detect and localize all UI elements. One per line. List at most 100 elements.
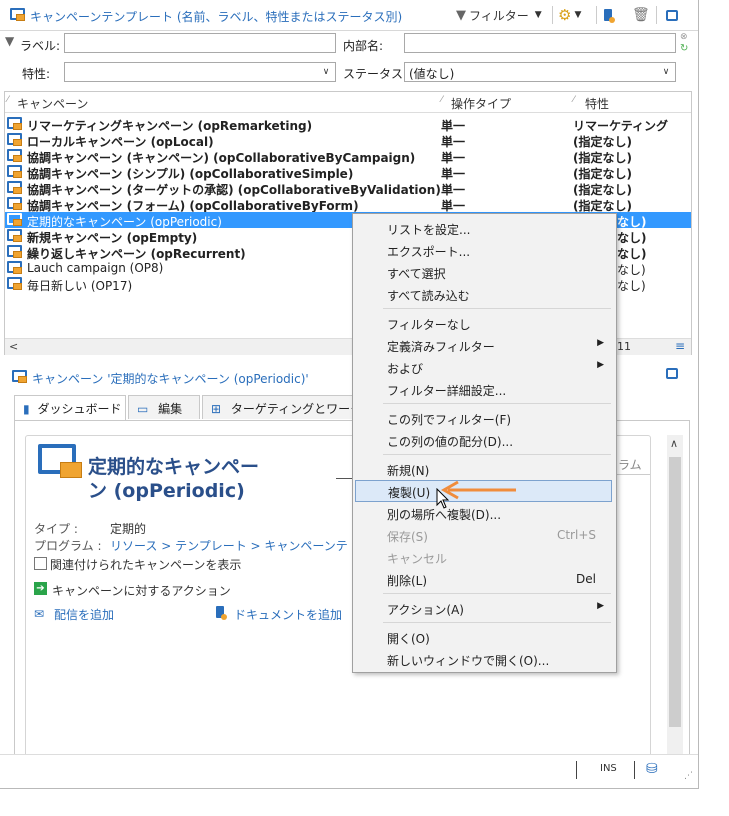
campaign-icon [7, 197, 22, 212]
internal-name-filter-input[interactable] [404, 33, 676, 53]
menu-item-value-distribution[interactable]: この列の値の配分(D)... [355, 430, 612, 451]
funnel-icon: ▼ [456, 7, 466, 23]
delete-button[interactable]: 🗑 [632, 5, 650, 25]
label-filter-input[interactable] [64, 33, 336, 53]
edit-icon: ▭ [137, 402, 149, 416]
nature-filter-select[interactable]: ∨ [64, 62, 336, 82]
campaign-icon [7, 277, 22, 292]
add-delivery-link[interactable]: 配信を追加 [54, 606, 114, 623]
menu-item-label: フィルター詳細設定... [387, 384, 507, 398]
menu-item-no-filter[interactable]: フィルターなし [355, 313, 612, 334]
filter-button[interactable]: ▼ フィルター ▼ [456, 5, 542, 25]
clear-filter-icon[interactable]: ⊗ [680, 32, 688, 42]
campaign-icon [7, 229, 22, 244]
show-related-label: 関連付けられたキャンペーンを表示 [50, 558, 242, 572]
menu-separator [383, 593, 611, 594]
tab-label: ターゲティングとワークフ [230, 402, 353, 416]
envelope-icon: ✉ [34, 607, 45, 621]
context-menu: リストを設定... エクスポート... すべて選択 すべて読み込む フィルターな… [352, 213, 617, 673]
expand-icon[interactable] [666, 368, 678, 382]
menu-item-label: 複製(U) [388, 486, 431, 500]
type-label: タイプ : [34, 522, 78, 536]
internal-name-filter-label: 内部名: [343, 39, 384, 53]
column-header-operation-type[interactable]: 操作タイプ [451, 95, 511, 112]
menu-item-label: すべて選択 [387, 267, 446, 281]
menu-item-label: アクション(A) [387, 603, 464, 617]
campaign-icon [7, 117, 22, 132]
menu-item-duplicate-elsewhere[interactable]: 別の場所へ複製(D)... [355, 503, 612, 524]
scroll-thumb[interactable] [669, 457, 681, 727]
menu-item-delete[interactable]: 削除(L) Del [355, 569, 612, 590]
menu-item-advanced-filter[interactable]: フィルター詳細設定... [355, 379, 612, 400]
menu-item-open-new-window[interactable]: 新しいウィンドウで開く(O)... [355, 649, 612, 670]
chevron-down-icon: ∨ [662, 67, 670, 77]
scroll-left-icon[interactable]: < [9, 340, 18, 353]
table-row[interactable]: 協調キャンペーン (シンプル) (opCollaborativeSimple) … [5, 164, 691, 181]
sort-marker-icon: ⁄ [441, 95, 443, 105]
menu-item-filter-on-column[interactable]: この列でフィルター(F) [355, 408, 612, 429]
funnel-icon: ▼ [5, 34, 15, 48]
menu-item-label: キャンセル [387, 552, 448, 566]
filter-bar: ▼ ラベル: 内部名: ⊗ ↻ 特性: ∨ ステータス: (値なし) ∨ [0, 31, 698, 89]
menu-item-predefined-filters[interactable]: 定義済みフィルター ▶ [355, 335, 612, 356]
show-related-checkbox[interactable] [34, 557, 47, 570]
menu-item-configure-list[interactable]: リストを設定... [355, 218, 612, 239]
menu-item-label: フィルターなし [387, 318, 471, 332]
table-row[interactable]: 協調キャンペーン (フォーム) (opCollaborativeByForm) … [5, 196, 691, 213]
status-filter-select[interactable]: (値なし) ∨ [404, 62, 676, 82]
campaign-icon [10, 8, 25, 23]
nature: なし) [617, 279, 646, 293]
tab-targeting-workflow[interactable]: ⊞ ターゲティングとワークフ [202, 395, 354, 419]
list-menu-icon[interactable]: ≡ [675, 339, 685, 353]
column-header-nature[interactable]: 特性 [585, 95, 609, 112]
menu-item-actions[interactable]: アクション(A) ▶ [355, 598, 612, 619]
program-path-link[interactable]: リソース > テンプレート > キャンペーンテ [110, 537, 348, 554]
insert-mode-indicator: INS [600, 763, 617, 774]
database-icon: ⛁ [646, 761, 658, 777]
tab-dashboard[interactable]: ▮ ダッシュボード [14, 395, 126, 421]
menu-item-label: 新規(N) [387, 464, 430, 478]
menu-item-new[interactable]: 新規(N) [355, 459, 612, 480]
new-document-button[interactable] [604, 5, 615, 25]
label-filter-label: ラベル: [20, 39, 61, 53]
table-row[interactable]: 協調キャンペーン (キャンペーン) (opCollaborativeByCamp… [5, 148, 691, 165]
menu-item-and[interactable]: および ▶ [355, 357, 612, 378]
table-row[interactable]: ローカルキャンペーン (opLocal) 単一 (指定なし) [5, 132, 691, 149]
maximize-button[interactable] [666, 5, 678, 25]
menu-item-label: 保存(S) [387, 530, 428, 544]
vertical-scrollbar[interactable]: ∧ [667, 435, 683, 755]
sort-marker-icon: ⁄ [573, 95, 575, 105]
record-count: 11 [617, 340, 631, 353]
list-title: キャンペーンテンプレート (名前、ラベル、特性またはステータス別) [30, 10, 403, 24]
actions-gear-button[interactable]: ⚙ ▼ [558, 5, 581, 25]
column-header-campaign[interactable]: キャンペーン [17, 95, 88, 112]
table-row[interactable]: 協調キャンペーン (ターゲットの承認) (opCollaborativeByVa… [5, 180, 691, 197]
campaign-icon [7, 261, 22, 276]
menu-item-save[interactable]: 保存(S) Ctrl+S [355, 525, 612, 546]
status-filter-label: ステータス: [343, 67, 408, 81]
card-title-line1: 定期的なキャンペー [88, 456, 260, 478]
status-bar: INS ⛁ ⋰ [0, 754, 698, 785]
nature-filter-label: 特性: [22, 67, 51, 81]
menu-item-label: エクスポート... [387, 245, 471, 259]
menu-item-load-all[interactable]: すべて読み込む [355, 284, 612, 305]
table-row[interactable]: リマーケティングキャンペーン (opRemarketing) 単一 リマーケティ… [5, 116, 691, 133]
list-header: ⁄ キャンペーン ⁄ 操作タイプ ⁄ 特性 [5, 92, 691, 113]
menu-item-label: この列の値の配分(D)... [387, 435, 514, 449]
resize-grip-icon[interactable]: ⋰ [684, 771, 693, 781]
menu-item-open[interactable]: 開く(O) [355, 627, 612, 648]
menu-separator [383, 403, 611, 404]
menu-item-label: 定義済みフィルター [387, 340, 495, 354]
program-hint: ラム [618, 458, 642, 472]
toolbar-divider [552, 6, 553, 24]
menu-item-select-all[interactable]: すべて選択 [355, 262, 612, 283]
menu-item-export[interactable]: エクスポート... [355, 240, 612, 261]
menu-item-cancel[interactable]: キャンセル [355, 547, 612, 568]
tab-edit[interactable]: ▭ 編集 [128, 395, 200, 419]
chevron-down-icon: ▼ [574, 10, 582, 20]
refresh-icon[interactable]: ↻ [680, 43, 688, 54]
menu-item-label: 開く(O) [387, 632, 430, 646]
add-document-link[interactable]: ドキュメントを追加 [234, 606, 342, 623]
scroll-up-icon[interactable]: ∧ [670, 437, 678, 450]
chevron-down-icon: ∨ [322, 67, 330, 77]
